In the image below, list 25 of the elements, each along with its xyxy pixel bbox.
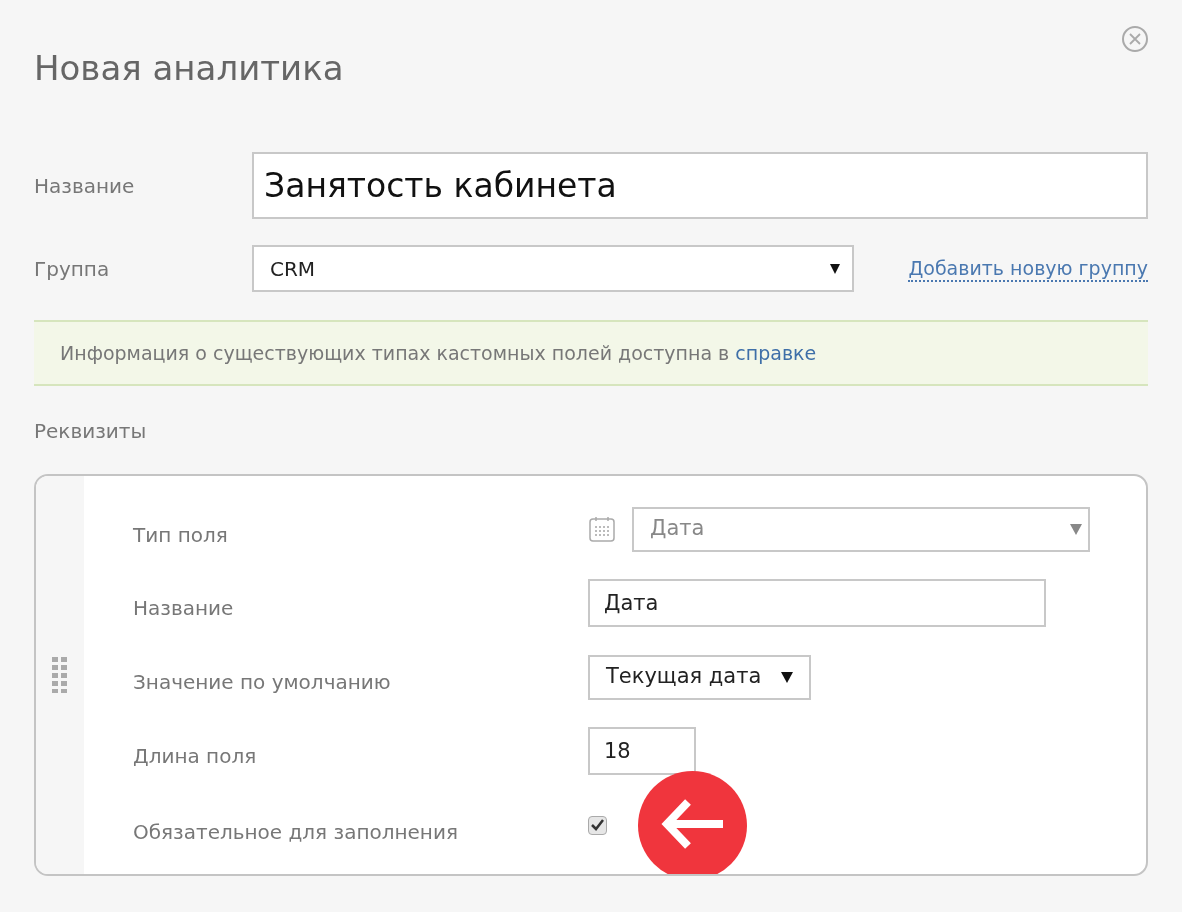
dropdown[interactable]: CRM <box>252 245 854 292</box>
help-link[interactable]: справке <box>735 341 817 364</box>
field-label: Длина поля <box>133 743 258 770</box>
input-field[interactable]: 18 <box>588 727 696 775</box>
checkbox[interactable] <box>588 815 607 835</box>
add-group-link[interactable]: Добавить новую группу <box>908 255 1148 282</box>
field-label: Тип поля <box>133 522 229 549</box>
checkmark-icon <box>591 819 604 831</box>
field-label: Значение по умолчанию <box>133 669 392 696</box>
caret-icon <box>830 263 840 274</box>
field-label: Обязательное для заполнения <box>133 819 459 846</box>
field-label: Название <box>34 172 136 200</box>
caret-icon <box>1070 523 1082 535</box>
dialog-title: Новая аналитика <box>34 47 345 90</box>
drag-handle-icon <box>52 657 68 693</box>
field-label: Название <box>133 595 235 622</box>
close-icon <box>1129 33 1141 45</box>
info-text: Информация о существующих типах кастомных полей доступна в справке <box>60 340 817 366</box>
input-field[interactable]: Занятость кабинета <box>252 152 1148 219</box>
caret-icon <box>781 671 794 683</box>
section-title: Реквизиты <box>34 418 148 445</box>
dropdown[interactable]: Текущая дата <box>588 654 812 700</box>
field-label: Группа <box>34 255 111 283</box>
calendar-icon <box>588 515 616 543</box>
input-field[interactable]: Дата <box>588 579 1046 627</box>
